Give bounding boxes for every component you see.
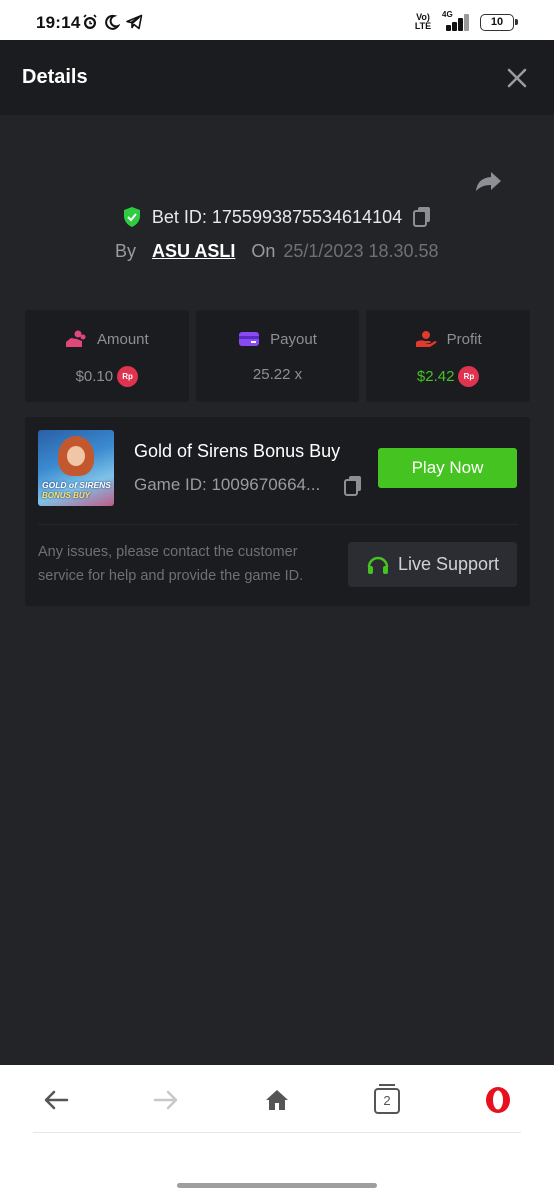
stat-value-row: $2.42 Rp xyxy=(366,366,530,387)
help-text: Any issues, please contact the customer … xyxy=(38,544,304,584)
stat-value: $2.42 xyxy=(416,368,455,385)
bet-stats: Amount $0.10 Rp Payout 25.22 x Profit $2… xyxy=(25,310,531,402)
shield-check-icon xyxy=(123,207,140,227)
card-icon xyxy=(239,332,260,346)
by-label: By xyxy=(115,241,137,261)
status-icons-right: Vo) LTE 4G 10 xyxy=(414,10,518,31)
thumbnail-title: GOLD of SIRENS xyxy=(42,480,111,490)
live-support-button[interactable]: Live Support xyxy=(348,542,517,587)
network-type: 4G xyxy=(442,10,453,19)
alarm-icon xyxy=(83,14,97,29)
tab-count: 2 xyxy=(383,1093,391,1108)
battery-level: 10 xyxy=(490,15,504,28)
back-arrow-icon[interactable] xyxy=(41,1085,71,1115)
thumbnail-subtitle: BONUS BUY xyxy=(42,491,91,500)
signal-bar xyxy=(452,22,457,31)
siren-face xyxy=(67,446,85,466)
telegram-icon xyxy=(126,14,143,30)
tabs-button[interactable]: 2 xyxy=(374,1084,400,1114)
browser-nav-bar: 2 xyxy=(0,1065,554,1200)
stat-head: Amount xyxy=(25,330,189,348)
game-id: Game ID: 1009670664... xyxy=(134,475,321,494)
divider xyxy=(38,524,518,525)
copy-icon[interactable] xyxy=(343,475,363,497)
signal-bar xyxy=(446,25,451,31)
details-header: Details xyxy=(0,40,554,115)
moon-icon xyxy=(105,14,120,30)
gesture-bar[interactable] xyxy=(177,1183,377,1188)
stat-label: Payout xyxy=(270,330,317,348)
stat-label: Amount xyxy=(96,330,149,348)
status-bar: 19:14 Vo) LTE 4G 10 xyxy=(0,0,554,40)
stat-value-row: $0.10 Rp xyxy=(25,366,189,387)
stat-payout: Payout 25.22 x xyxy=(195,310,360,402)
bet-id-row: Bet ID: 1755993875534614104 xyxy=(0,206,554,228)
bet-id: Bet ID: 1755993875534614104 xyxy=(151,206,403,227)
game-thumbnail[interactable]: GOLD of SIRENS BONUS BUY xyxy=(38,430,114,506)
bet-author-row: By ASU ASLI On 25/1/2023 18.30.58 xyxy=(115,241,439,262)
status-time: 19:14 xyxy=(36,13,81,32)
divider xyxy=(33,1132,521,1133)
stat-label: Profit xyxy=(446,330,482,348)
battery-icon: 10 xyxy=(480,13,518,31)
signal-bar xyxy=(464,14,469,31)
stat-value: $0.10 xyxy=(75,368,114,385)
volte-line2: LTE xyxy=(414,21,432,31)
signal-bar xyxy=(458,18,463,31)
currency-badge: Rp xyxy=(117,366,139,387)
opera-menu-icon[interactable] xyxy=(483,1085,513,1115)
user-link[interactable]: ASU ASLI xyxy=(152,241,235,262)
game-card: GOLD of SIRENS BONUS BUY Gold of Sirens … xyxy=(25,417,530,606)
stat-head: Profit xyxy=(366,330,530,348)
bet-date: 25/1/2023 18.30.58 xyxy=(283,241,439,261)
headset-icon xyxy=(367,556,389,574)
status-icons-left xyxy=(82,14,143,30)
stat-value: 25.22 x xyxy=(252,366,303,383)
home-icon[interactable] xyxy=(262,1085,292,1115)
stat-profit: Profit $2.42 Rp xyxy=(366,310,531,402)
play-now-button[interactable]: Play Now xyxy=(378,448,517,488)
share-icon[interactable] xyxy=(474,166,504,196)
currency-badge: Rp xyxy=(458,366,480,387)
stat-amount: Amount $0.10 Rp xyxy=(25,310,189,402)
profit-hand-icon xyxy=(415,331,437,347)
copy-icon[interactable] xyxy=(412,206,432,228)
close-icon[interactable] xyxy=(506,67,528,89)
stat-head: Payout xyxy=(196,330,360,348)
on-label: On xyxy=(251,241,276,261)
game-title: Gold of Sirens Bonus Buy xyxy=(134,441,341,461)
volte-indicator: Vo) LTE xyxy=(414,13,432,31)
forward-arrow-icon[interactable] xyxy=(151,1085,181,1115)
coins-hand-icon xyxy=(65,330,86,347)
page-title: Details xyxy=(22,66,88,88)
signal-icon: 4G xyxy=(442,10,470,31)
stat-value-row: 25.22 x xyxy=(196,366,360,383)
live-support-label: Live Support xyxy=(397,554,500,574)
